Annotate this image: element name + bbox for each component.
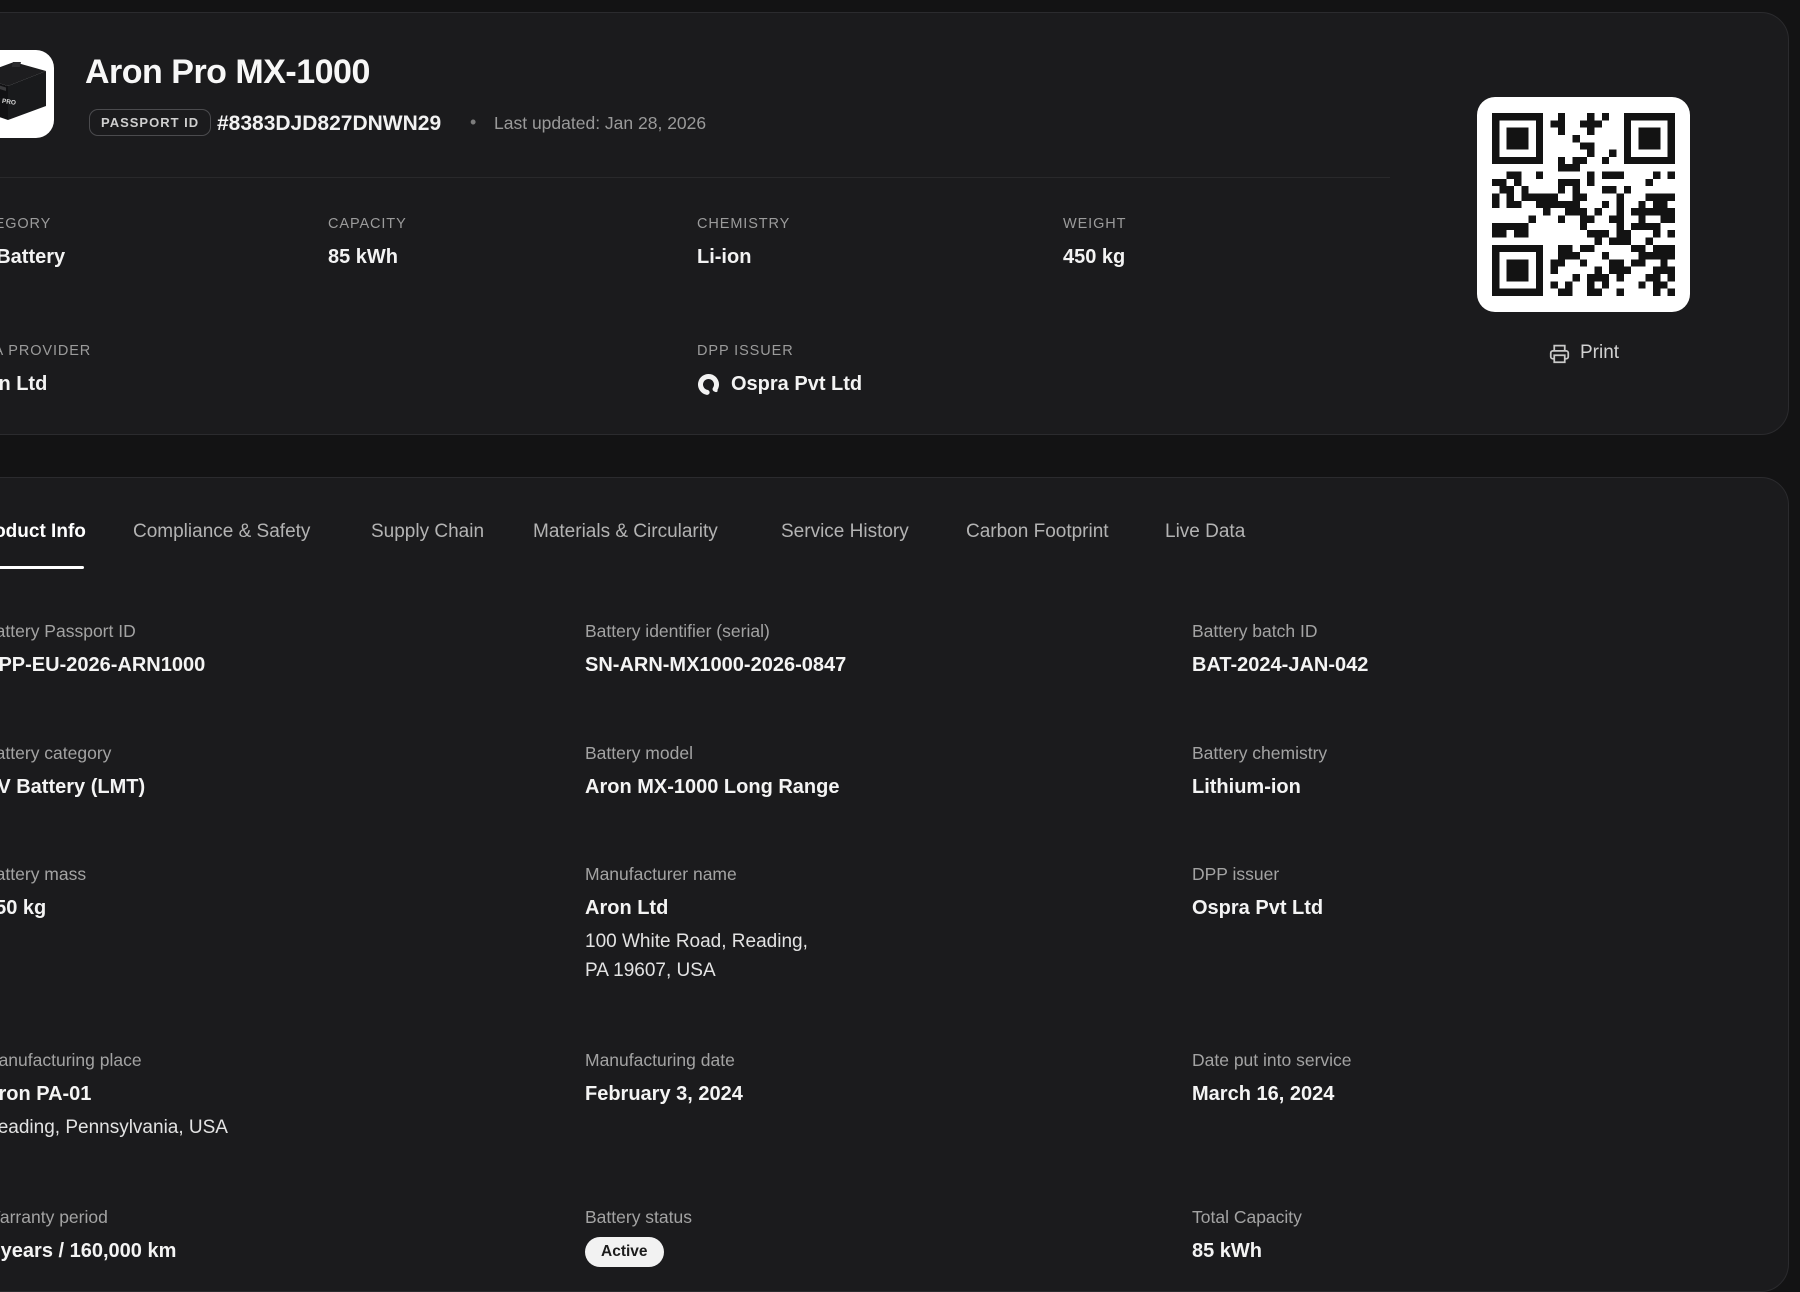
stat-value: Aron Ltd (0, 372, 91, 396)
field-label: DPP issuer (1192, 863, 1323, 885)
manufacturer-address-line: PA 19607, USA (585, 956, 808, 985)
field-battery-status: Battery status Active (585, 1206, 692, 1267)
data-provider: DATA PROVIDER Aron Ltd (0, 341, 91, 396)
field-value: 85 kWh (1192, 1239, 1302, 1263)
battery-product-photo: ARON PRO (0, 50, 54, 138)
product-info-card (0, 477, 1789, 1292)
field-label: Battery status (585, 1206, 692, 1228)
qr-code-pattern (1492, 113, 1675, 296)
qr-code (1477, 97, 1690, 312)
field-label: Manufacturer name (585, 863, 808, 885)
field-value: BAT-2024-JAN-042 (1192, 653, 1368, 677)
field-label: Battery Passport ID (0, 620, 205, 642)
field-battery-mass: Battery mass 450 kg (0, 863, 86, 920)
field-manufacturer-name: Manufacturer name Aron Ltd 100 White Roa… (585, 863, 808, 985)
field-label: Battery mass (0, 863, 86, 885)
stat-category: CATEGORY EV Battery (0, 214, 65, 269)
field-label: Battery identifier (serial) (585, 620, 846, 642)
field-battery-batch-id: Battery batch ID BAT-2024-JAN-042 (1192, 620, 1368, 677)
field-value: Aron MX-1000 Long Range (585, 775, 839, 799)
tab-supply-chain[interactable]: Supply Chain (371, 520, 484, 544)
field-value: February 3, 2024 (585, 1082, 743, 1106)
field-value: Ospra Pvt Ltd (1192, 896, 1323, 920)
field-label: Battery model (585, 742, 839, 764)
field-value: EV Battery (LMT) (0, 775, 145, 799)
field-label: Warranty period (0, 1206, 176, 1228)
tab-materials-circularity[interactable]: Materials & Circularity (533, 520, 718, 544)
tab-compliance-safety[interactable]: Compliance & Safety (133, 520, 310, 544)
printer-icon (1549, 343, 1570, 364)
active-tab-underline (0, 566, 84, 569)
field-date-put-into-service: Date put into service March 16, 2024 (1192, 1049, 1352, 1106)
stat-value: Li-ion (697, 245, 790, 269)
page-title: Aron Pro MX-1000 (85, 53, 370, 92)
field-label: Date put into service (1192, 1049, 1352, 1071)
field-battery-chemistry: Battery chemistry Lithium-ion (1192, 742, 1327, 799)
manufacturing-place-region: Reading, Pennsylvania, USA (0, 1113, 228, 1142)
dpp-page: { "colors": { "background": "#131314", "… (0, 0, 1800, 1250)
product-thumbnail: ARON PRO (0, 50, 54, 138)
field-value: 450 kg (0, 896, 86, 920)
manufacturer-address-line: 100 White Road, Reading, (585, 927, 808, 956)
field-value: Aron Ltd (585, 896, 808, 920)
field-manufacturing-place: Manufacturing place Aron PA-01 Reading, … (0, 1049, 228, 1142)
passport-id-value: #8383DJD827DNWN29 (217, 112, 441, 136)
field-label: Battery category (0, 742, 145, 764)
passport-id-badge: PASSPORT ID (89, 109, 211, 136)
field-dpp-issuer: DPP issuer Ospra Pvt Ltd (1192, 863, 1323, 920)
field-battery-category: Battery category EV Battery (LMT) (0, 742, 145, 799)
header-divider (0, 177, 1390, 178)
stat-label: WEIGHT (1063, 214, 1126, 234)
ospra-logo-icon (697, 373, 720, 396)
stat-label: DPP ISSUER (697, 341, 862, 361)
dpp-issuer: DPP ISSUER Ospra Pvt Ltd (697, 341, 862, 396)
print-button[interactable]: Print (1543, 341, 1625, 365)
stat-weight: WEIGHT 450 kg (1063, 214, 1126, 269)
stat-label: CATEGORY (0, 214, 65, 234)
dot-separator: • (470, 112, 476, 133)
issuer-name: Ospra Pvt Ltd (731, 372, 862, 396)
field-value: 8 years / 160,000 km (0, 1239, 176, 1263)
stat-value: 450 kg (1063, 245, 1126, 269)
last-updated-text: Last updated: Jan 28, 2026 (494, 113, 706, 134)
stat-label: CAPACITY (328, 214, 407, 234)
field-value: Lithium-ion (1192, 775, 1327, 799)
field-value: March 16, 2024 (1192, 1082, 1352, 1106)
stat-capacity: CAPACITY 85 kWh (328, 214, 407, 269)
field-total-capacity: Total Capacity 85 kWh (1192, 1206, 1302, 1263)
print-label: Print (1580, 342, 1619, 364)
tab-carbon-footprint[interactable]: Carbon Footprint (966, 520, 1109, 544)
field-value: SN-ARN-MX1000-2026-0847 (585, 653, 846, 677)
tab-service-history[interactable]: Service History (781, 520, 909, 544)
field-battery-model: Battery model Aron MX-1000 Long Range (585, 742, 839, 799)
field-manufacturing-date: Manufacturing date February 3, 2024 (585, 1049, 743, 1106)
field-label: Manufacturing place (0, 1049, 228, 1071)
field-label: Battery chemistry (1192, 742, 1327, 764)
status-badge: Active (585, 1237, 664, 1267)
field-value: Aron PA-01 (0, 1082, 228, 1106)
stat-label: DATA PROVIDER (0, 341, 91, 361)
tab-live-data[interactable]: Live Data (1165, 520, 1245, 544)
field-value: DPP-EU-2026-ARN1000 (0, 653, 205, 677)
field-warranty-period: Warranty period 8 years / 160,000 km (0, 1206, 176, 1263)
stat-label: CHEMISTRY (697, 214, 790, 234)
field-label: Total Capacity (1192, 1206, 1302, 1228)
field-label: Manufacturing date (585, 1049, 743, 1071)
field-label: Battery batch ID (1192, 620, 1368, 642)
field-battery-passport-id: Battery Passport ID DPP-EU-2026-ARN1000 (0, 620, 205, 677)
stat-value: EV Battery (0, 245, 65, 269)
stat-value: 85 kWh (328, 245, 407, 269)
stat-chemistry: CHEMISTRY Li-ion (697, 214, 790, 269)
field-battery-identifier: Battery identifier (serial) SN-ARN-MX100… (585, 620, 846, 677)
tab-product-info[interactable]: Product Info (0, 520, 86, 544)
